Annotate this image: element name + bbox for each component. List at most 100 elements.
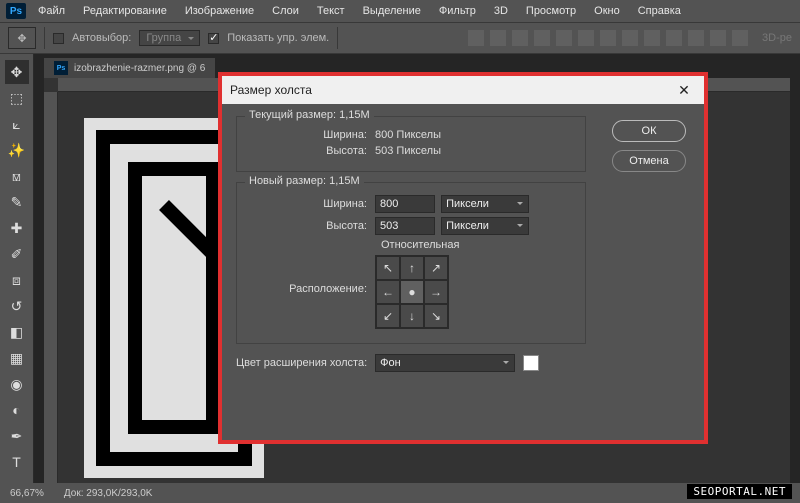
options-bar: ✥ Автовыбор: Группа Показать упр. элем. … [0, 22, 800, 54]
width-input[interactable] [375, 195, 435, 213]
align-icon[interactable] [578, 30, 594, 46]
anchor-s[interactable]: ↓ [400, 304, 424, 328]
showcontrols-label: Показать упр. элем. [227, 32, 329, 44]
align-icon[interactable] [512, 30, 528, 46]
ruler-vertical[interactable] [44, 92, 58, 483]
height-input[interactable] [375, 217, 435, 235]
menu-image[interactable]: Изображение [179, 3, 260, 19]
align-icon[interactable] [732, 30, 748, 46]
extension-color-swatch[interactable] [523, 355, 539, 371]
gradient-tool[interactable]: ▦ [5, 346, 29, 370]
eyedropper-tool[interactable]: ✎ [5, 190, 29, 214]
eraser-tool[interactable]: ◧ [5, 320, 29, 344]
separator [337, 27, 338, 49]
pen-tool[interactable]: ✒ [5, 424, 29, 448]
app-logo: Ps [6, 3, 26, 19]
canvas-size-dialog: Размер холста ✕ ОК Отмена Текущий размер… [222, 76, 704, 440]
menu-type[interactable]: Текст [311, 3, 351, 19]
new-height-label: Высота: [247, 220, 367, 232]
anchor-se[interactable]: ↘ [424, 304, 448, 328]
menu-view[interactable]: Просмотр [520, 3, 582, 19]
align-icon[interactable] [468, 30, 484, 46]
dialog-title: Размер холста [230, 83, 312, 97]
menu-3d[interactable]: 3D [488, 3, 514, 19]
new-width-label: Ширина: [247, 198, 367, 210]
align-icon[interactable] [710, 30, 726, 46]
move-tool-icon[interactable]: ✥ [8, 27, 36, 49]
menu-layer[interactable]: Слои [266, 3, 305, 19]
history-brush-tool[interactable]: ↺ [5, 294, 29, 318]
anchor-grid: ↖ ↑ ↗ ← ● → ↙ ↓ ↘ [375, 255, 449, 329]
menu-edit[interactable]: Редактирование [77, 3, 173, 19]
lasso-tool[interactable]: ⟀ [5, 112, 29, 136]
align-icon[interactable] [688, 30, 704, 46]
autoselect-dropdown[interactable]: Группа [139, 30, 200, 46]
zoom-level[interactable]: 66,67% [10, 488, 44, 499]
width-unit-select[interactable]: Пиксели [441, 195, 529, 213]
height-unit-select[interactable]: Пиксели [441, 217, 529, 235]
cancel-button[interactable]: Отмена [612, 150, 686, 172]
menu-filter[interactable]: Фильтр [433, 3, 482, 19]
autoselect-checkbox[interactable] [53, 33, 64, 44]
current-height-value: 503 Пикселы [375, 145, 441, 157]
anchor-e[interactable]: → [424, 280, 448, 304]
anchor-sw[interactable]: ↙ [376, 304, 400, 328]
showcontrols-checkbox[interactable] [208, 33, 219, 44]
status-bar: 66,67% Док: 293,0K/293,0K [0, 483, 800, 503]
crop-tool[interactable]: ⟏ [5, 164, 29, 188]
align-icon[interactable] [534, 30, 550, 46]
ok-button[interactable]: ОК [612, 120, 686, 142]
stamp-tool[interactable]: ⧈ [5, 268, 29, 292]
doc-size: Док: 293,0K/293,0K [64, 488, 153, 499]
dialog-buttons: ОК Отмена [612, 120, 686, 172]
autoselect-label: Автовыбор: [72, 32, 131, 44]
ps-thumb-icon: Ps [54, 61, 68, 75]
dialog-titlebar[interactable]: Размер холста ✕ [222, 76, 704, 104]
current-size-legend: Текущий размер: 1,15M [245, 109, 374, 121]
watermark: SEOPORTAL.NET [687, 484, 792, 499]
align-icon[interactable] [666, 30, 682, 46]
blur-tool[interactable]: ◉ [5, 372, 29, 396]
anchor-n[interactable]: ↑ [400, 256, 424, 280]
3d-mode-label: 3D-ре [762, 32, 792, 44]
height-label: Высота: [247, 145, 367, 157]
extension-color-select[interactable]: Фон [375, 354, 515, 372]
menu-help[interactable]: Справка [632, 3, 687, 19]
anchor-ne[interactable]: ↗ [424, 256, 448, 280]
marquee-tool[interactable]: ⬚ [5, 86, 29, 110]
separator [44, 27, 45, 49]
align-icon[interactable] [556, 30, 572, 46]
brush-tool[interactable]: ✐ [5, 242, 29, 266]
current-width-value: 800 Пикселы [375, 129, 441, 141]
align-icon[interactable] [622, 30, 638, 46]
extension-color-label: Цвет расширения холста: [236, 357, 367, 369]
align-icon[interactable] [600, 30, 616, 46]
align-icons [468, 30, 748, 46]
menu-file[interactable]: Файл [32, 3, 71, 19]
relative-label: Относительная [381, 239, 459, 251]
type-tool[interactable]: T [5, 450, 29, 474]
healing-tool[interactable]: ✚ [5, 216, 29, 240]
anchor-center[interactable]: ● [400, 280, 424, 304]
menu-bar: Ps Файл Редактирование Изображение Слои … [0, 0, 800, 22]
new-size-legend: Новый размер: 1,15M [245, 175, 364, 187]
anchor-w[interactable]: ← [376, 280, 400, 304]
wand-tool[interactable]: ✨ [5, 138, 29, 162]
image-shape [128, 162, 220, 434]
document-tab[interactable]: Ps izobrazhenie-razmer.png @ 6 [44, 58, 215, 78]
document-tab-label: izobrazhenie-razmer.png @ 6 [74, 63, 205, 74]
highlight-frame: Размер холста ✕ ОК Отмена Текущий размер… [218, 72, 708, 444]
dialog-body: ОК Отмена Текущий размер: 1,15M Ширина: … [222, 104, 704, 440]
menu-window[interactable]: Окно [588, 3, 626, 19]
anchor-nw[interactable]: ↖ [376, 256, 400, 280]
close-icon[interactable]: ✕ [672, 82, 696, 99]
current-size-section: Текущий размер: 1,15M Ширина: 800 Пиксел… [236, 116, 586, 172]
dodge-tool[interactable]: ◐ [5, 398, 29, 422]
menu-select[interactable]: Выделение [357, 3, 427, 19]
toolbox: ✥ ⬚ ⟀ ✨ ⟏ ✎ ✚ ✐ ⧈ ↺ ◧ ▦ ◉ ◐ ✒ T [0, 54, 34, 483]
move-tool[interactable]: ✥ [5, 60, 29, 84]
anchor-label: Расположение: [247, 255, 367, 295]
align-icon[interactable] [644, 30, 660, 46]
align-icon[interactable] [490, 30, 506, 46]
width-label: Ширина: [247, 129, 367, 141]
